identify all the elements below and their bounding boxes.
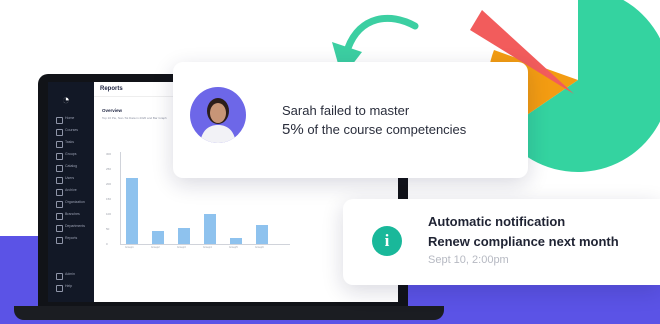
y-tick-label: 100 <box>106 212 112 216</box>
x-tick-label: Group2 <box>151 246 160 249</box>
app-sidebar: ◔ Home Courses Tasks Groups Catalog Users Arch… <box>48 82 94 302</box>
x-tick-label: Group6 <box>255 246 264 249</box>
person-avatar-icon <box>200 98 236 143</box>
info-icon: i <box>372 226 402 256</box>
alert-message-rest: of the course competencies <box>307 122 467 137</box>
sidebar-item-courses[interactable]: Courses <box>56 128 90 136</box>
notification-title: Automatic notification <box>428 214 566 229</box>
x-tick-label: Group4 <box>203 246 212 249</box>
sidebar-item-departments[interactable]: Departments <box>56 224 90 232</box>
nav-icon <box>56 285 63 292</box>
sidebar-item-label: Home <box>65 116 75 120</box>
sidebar-item-label: Admin <box>65 272 75 276</box>
sidebar-item-archive[interactable]: Archive <box>56 188 90 196</box>
sidebar-item-label: Reports <box>65 236 78 240</box>
sidebar-item-admin[interactable]: Admin <box>56 272 90 280</box>
nav-icon <box>56 153 63 160</box>
sidebar-item-label: Tasks <box>65 140 74 144</box>
y-tick-label: 0 <box>106 242 108 246</box>
sidebar-item-label: Help <box>65 284 73 288</box>
nav-icon <box>56 237 63 244</box>
sidebar-item-label: Departments <box>65 224 86 228</box>
app-logo-icon: ◔ <box>62 92 70 107</box>
nav-icon <box>56 213 63 220</box>
alert-percent: 5% <box>282 121 304 138</box>
avatar <box>190 87 246 143</box>
sidebar-item-reports[interactable]: Reports <box>56 236 90 244</box>
sidebar-item-help[interactable]: Help <box>56 284 90 292</box>
x-tick-label: Group5 <box>229 246 238 249</box>
x-tick-label: Group1 <box>125 246 134 249</box>
page-title: Reports <box>100 86 123 92</box>
y-tick-label: 200 <box>106 182 112 186</box>
chart-bar <box>256 224 268 244</box>
nav-icon <box>56 141 63 148</box>
sidebar-item-label: Branches <box>65 212 80 216</box>
notification-time: Sept 10, 2:00pm <box>428 254 509 266</box>
sidebar-item-label: Courses <box>65 128 79 132</box>
laptop-base <box>14 306 444 320</box>
x-tick-label: Group3 <box>177 246 186 249</box>
y-tick-label: 300 <box>106 152 112 156</box>
chart-bar <box>204 214 216 244</box>
sidebar-item-home[interactable]: Home <box>56 116 90 124</box>
nav-icon <box>56 225 63 232</box>
sidebar-item-label: Organization <box>65 200 85 204</box>
overview-title: Overview <box>102 108 123 113</box>
nav-icon <box>56 177 63 184</box>
alert-message-line1: Sarah failed to master <box>282 103 410 118</box>
sidebar-item-label: Catalog <box>65 164 78 168</box>
chart-bar <box>126 178 138 244</box>
overview-description: Top 10 Pie, Non-Tot Data in 2020 and Bar… <box>102 116 167 120</box>
sidebar-item-branches[interactable]: Branches <box>56 212 90 220</box>
sidebar-item-label: Archive <box>65 188 77 192</box>
nav-icon <box>56 117 63 124</box>
nav-icon <box>56 201 63 208</box>
y-tick-label: 250 <box>106 167 112 171</box>
nav-icon <box>56 273 63 280</box>
y-tick-label: 50 <box>106 227 110 231</box>
sidebar-item-label: Users <box>65 176 75 180</box>
chart-y-axis <box>120 152 121 245</box>
chart-bar <box>230 238 242 244</box>
chart-x-axis <box>120 244 290 245</box>
sidebar-item-tasks[interactable]: Tasks <box>56 140 90 148</box>
sidebar-item-users[interactable]: Users <box>56 176 90 184</box>
sidebar-item-label: Groups <box>65 152 77 156</box>
nav-icon <box>56 129 63 136</box>
sidebar-item-organization[interactable]: Organization <box>56 200 90 208</box>
y-tick-label: 150 <box>106 197 112 201</box>
alert-message-line2: 5% of the course competencies <box>282 121 466 138</box>
nav-icon <box>56 189 63 196</box>
notification-message: Renew compliance next month <box>428 234 619 249</box>
sidebar-item-catalog[interactable]: Catalog <box>56 164 90 172</box>
nav-icon <box>56 165 63 172</box>
sidebar-item-groups[interactable]: Groups <box>56 152 90 160</box>
chart-bar <box>152 230 164 244</box>
chart-bar <box>178 227 190 244</box>
